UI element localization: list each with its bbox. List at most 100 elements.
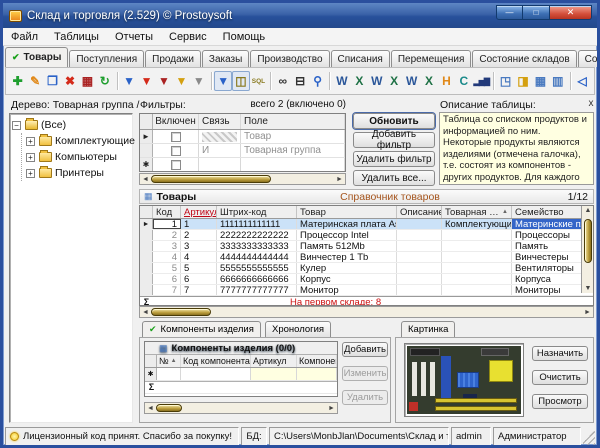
- cell-kod[interactable]: 4: [153, 252, 181, 262]
- chart-icon[interactable]: ▂▅▇: [473, 71, 490, 91]
- menu-help[interactable]: Помощь: [215, 31, 274, 43]
- components-new-row[interactable]: ✱: [145, 368, 337, 381]
- filter-field-cell[interactable]: Товар: [241, 130, 345, 143]
- cell-kod[interactable]: 7: [153, 285, 181, 295]
- expand-icon[interactable]: +: [26, 153, 35, 162]
- table-row[interactable]: 4 4 4444444444444 Винчестер 1 Tb Винчест…: [140, 252, 593, 263]
- cell[interactable]: [181, 368, 251, 380]
- scroll-left-icon[interactable]: ◄: [145, 405, 156, 412]
- col-component-code[interactable]: Код компонента: [181, 355, 251, 367]
- cell-barcode[interactable]: 7777777777777: [217, 285, 297, 295]
- tab-prodazhi[interactable]: Продажи: [145, 50, 201, 67]
- cell-artikul[interactable]: 1: [181, 219, 217, 229]
- cell-barcode[interactable]: 5555555555555: [217, 263, 297, 273]
- delete-shown-icon[interactable]: ▦: [79, 71, 96, 91]
- filter-by-selection-icon[interactable]: ▼: [173, 71, 190, 91]
- resize-grip[interactable]: [583, 427, 595, 446]
- tab-postupleniya[interactable]: Поступления: [69, 50, 144, 67]
- export-word-icon[interactable]: W: [333, 71, 350, 91]
- table-row[interactable]: ► 1 1 1111111111111 Материнская плата As…: [140, 219, 593, 230]
- filter-panel-toggle-icon[interactable]: ▼: [214, 71, 232, 91]
- merge-excel-icon[interactable]: X: [385, 71, 402, 91]
- view-picture-button[interactable]: Просмотр: [532, 394, 588, 409]
- filter-add-icon[interactable]: ▼: [120, 71, 137, 91]
- copy-record-icon[interactable]: ❐: [44, 71, 61, 91]
- menu-tables[interactable]: Таблицы: [46, 31, 107, 43]
- filter-field-cell[interactable]: Товарная группа: [241, 144, 345, 157]
- edit-component-button[interactable]: Изменить: [342, 366, 388, 381]
- filter-field-cell[interactable]: [241, 158, 345, 171]
- exit-icon[interactable]: ◁: [573, 71, 590, 91]
- products-vscrollbar[interactable]: ▲ ▼: [581, 206, 594, 293]
- cell-opisanie[interactable]: [397, 219, 442, 229]
- cell-artikul[interactable]: 7: [181, 285, 217, 295]
- close-button[interactable]: ✕: [550, 5, 592, 20]
- cell-artikul[interactable]: 2: [181, 230, 217, 240]
- tab-proizvodstvo[interactable]: Производство: [250, 50, 329, 67]
- filter-link-cell[interactable]: [199, 158, 241, 171]
- col-number[interactable]: №▲: [157, 355, 181, 367]
- col-link[interactable]: Связь: [199, 114, 241, 129]
- titlebar[interactable]: Склад и торговля (2.529) © Prostoysoft —…: [3, 3, 597, 28]
- scroll-thumb[interactable]: [156, 404, 182, 412]
- filter-row[interactable]: ► Товар: [140, 130, 345, 144]
- cell-kod[interactable]: 3: [153, 241, 181, 251]
- cell-tovar[interactable]: Память 512Mb: [297, 241, 397, 251]
- scroll-thumb[interactable]: [151, 308, 211, 316]
- scroll-left-icon[interactable]: ◄: [140, 176, 151, 183]
- export-html-icon[interactable]: H: [438, 71, 455, 91]
- delete-component-button[interactable]: Удалить: [342, 390, 388, 405]
- scroll-left-icon[interactable]: ◄: [140, 309, 151, 316]
- add-component-button[interactable]: Добавить: [342, 342, 388, 357]
- add-filter-button[interactable]: Добавить фильтр: [353, 132, 435, 148]
- tree-panel-toggle-icon[interactable]: ◫: [232, 71, 250, 91]
- maximize-button[interactable]: □: [523, 5, 550, 20]
- search-icon[interactable]: ∞: [274, 71, 291, 91]
- clear-picture-button[interactable]: Очистить: [532, 370, 588, 385]
- tab-components[interactable]: ✔ Компоненты изделия: [142, 321, 261, 337]
- products-hscrollbar[interactable]: ◄ ►: [139, 306, 594, 318]
- export-csv-icon[interactable]: C: [455, 71, 472, 91]
- import-word-icon[interactable]: W: [403, 71, 420, 91]
- cell-opisanie[interactable]: [397, 274, 442, 284]
- tab-picture[interactable]: Картинка: [401, 321, 455, 337]
- scroll-up-icon[interactable]: ▲: [582, 207, 594, 214]
- import-excel-icon[interactable]: X: [420, 71, 437, 91]
- delete-record-icon[interactable]: ✖: [61, 71, 78, 91]
- cell-opisanie[interactable]: [397, 230, 442, 240]
- scroll-thumb[interactable]: [151, 175, 271, 183]
- delete-all-filters-button[interactable]: Удалить все...: [353, 170, 435, 186]
- table-row[interactable]: 3 3 3333333333333 Память 512Mb Память: [140, 241, 593, 252]
- checkbox[interactable]: [171, 146, 181, 156]
- expand-icon[interactable]: +: [26, 137, 35, 146]
- grid-settings-icon[interactable]: ▦: [532, 71, 549, 91]
- filter-enabled-cell[interactable]: [153, 158, 199, 171]
- col-tovar[interactable]: Товар: [297, 206, 397, 218]
- filter-enabled-cell[interactable]: [153, 130, 199, 143]
- scroll-right-icon[interactable]: ►: [582, 309, 593, 316]
- cell-gruppa[interactable]: [442, 230, 512, 240]
- minimize-button[interactable]: —: [496, 5, 523, 20]
- col-opisanie[interactable]: Описание: [397, 206, 442, 218]
- cell-kod[interactable]: 6: [153, 274, 181, 284]
- print-icon[interactable]: ⊟: [291, 71, 308, 91]
- tree-item-komplektuyushchie[interactable]: + Комплектующие: [26, 133, 130, 149]
- cell-tovar[interactable]: Кулер: [297, 263, 397, 273]
- cell-artikul[interactable]: 6: [181, 274, 217, 284]
- cell-opisanie[interactable]: [397, 241, 442, 251]
- merge-word-icon[interactable]: W: [368, 71, 385, 91]
- filter-new-row[interactable]: ✱: [140, 158, 345, 172]
- table-row[interactable]: 7 7 7777777777777 Монитор Мониторы: [140, 285, 593, 296]
- expand-icon[interactable]: +: [26, 169, 35, 178]
- menu-reports[interactable]: Отчеты: [107, 31, 161, 43]
- cell-tovar[interactable]: Монитор: [297, 285, 397, 295]
- table-row[interactable]: 6 6 6666666666666 Корпус Корпуса: [140, 274, 593, 285]
- tab-spisaniya[interactable]: Списания: [331, 50, 390, 67]
- col-enabled[interactable]: Включен: [153, 114, 199, 129]
- tab-zakazy[interactable]: Заказы: [202, 50, 249, 67]
- refresh-icon[interactable]: ↻: [96, 71, 113, 91]
- tab-peremescheniya[interactable]: Перемещения: [391, 50, 472, 67]
- cell-barcode[interactable]: 6666666666666: [217, 274, 297, 284]
- product-picture[interactable]: [404, 343, 524, 417]
- cell-gruppa[interactable]: [442, 263, 512, 273]
